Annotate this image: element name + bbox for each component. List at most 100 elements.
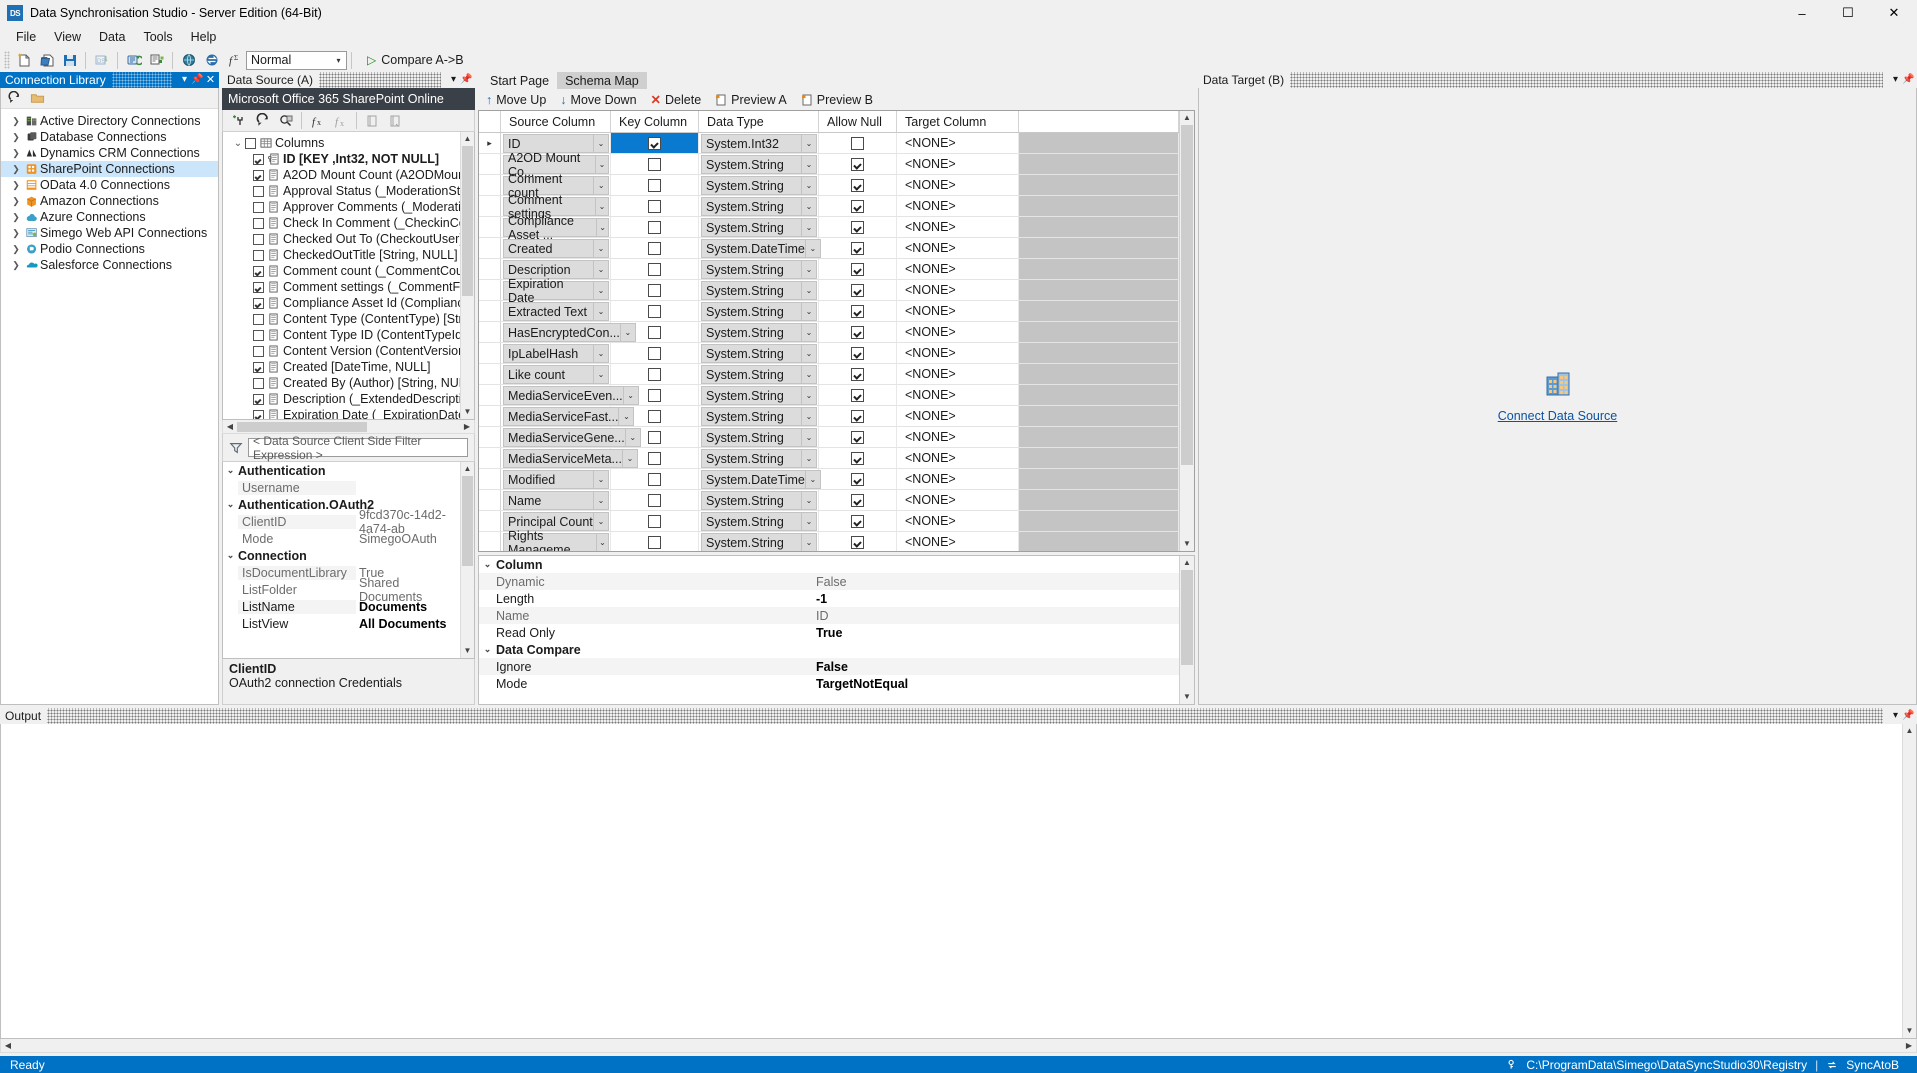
allow-null-cell[interactable] [819, 490, 897, 510]
menu-tools[interactable]: Tools [134, 28, 181, 46]
connection-tree-item-6[interactable]: ❯ Azure Connections [1, 209, 218, 225]
property-row-7[interactable]: ListFolder Shared Documents [223, 576, 460, 604]
new-project-icon[interactable] [13, 50, 34, 71]
close-icon[interactable]: ✕ [204, 72, 217, 88]
chevron-down-icon[interactable]: ⌄ [801, 198, 816, 215]
column-tree-item-0[interactable]: ID [KEY ,Int32, NOT NULL] [223, 151, 460, 167]
column-checkbox[interactable] [253, 217, 264, 229]
key-column-cell[interactable] [611, 322, 699, 342]
allow-null-checkbox[interactable] [851, 283, 864, 297]
allow-null-checkbox[interactable] [851, 241, 864, 255]
chevron-down-icon[interactable]: ⌄ [593, 345, 608, 362]
column-property-row-1[interactable]: Dynamic False [479, 573, 1179, 590]
target-column-cell[interactable]: <NONE> [897, 511, 1019, 531]
refresh-icon[interactable] [252, 110, 273, 131]
grid-header-0[interactable] [479, 111, 501, 132]
scroll-down-icon[interactable]: ▼ [1903, 1024, 1916, 1038]
scroll-up-icon[interactable]: ▲ [1180, 111, 1194, 125]
chevron-down-icon[interactable]: ⌄ [801, 387, 816, 404]
expander-icon[interactable]: ⌄ [231, 138, 245, 149]
column-tree-item-11[interactable]: Content Type ID (ContentTypeId) [St [223, 327, 460, 343]
tab-start-page[interactable]: Start Page [482, 72, 557, 89]
grid-row[interactable]: Extracted Text ⌄ System.String ⌄ <NONE> [479, 301, 1179, 322]
scroll-down-icon[interactable]: ▼ [461, 405, 474, 419]
grid-row[interactable]: Name ⌄ System.String ⌄ <NONE> [479, 490, 1179, 511]
key-cell-inner[interactable] [611, 532, 698, 551]
allow-null-cell[interactable] [819, 532, 897, 551]
key-cell-inner[interactable] [611, 364, 698, 384]
key-checkbox[interactable] [648, 283, 661, 297]
grid-row[interactable]: MediaServiceEven... ⌄ System.String ⌄ <NONE> [479, 385, 1179, 406]
grid-row[interactable]: Rights Manageme... ⌄ System.String ⌄ <NONE> [479, 529, 1179, 551]
source-column-cell[interactable]: Rights Manageme... ⌄ [501, 529, 611, 551]
folder-icon[interactable] [30, 91, 45, 106]
key-cell-inner[interactable] [611, 406, 698, 426]
target-column-cell[interactable]: <NONE> [897, 448, 1019, 468]
column-property-group-5[interactable]: ⌄ Data Compare [479, 641, 1179, 658]
connection-tree-item-8[interactable]: ❯ Podio Connections [1, 241, 218, 257]
fx-icon[interactable]: fx [307, 110, 328, 131]
key-cell-inner[interactable] [611, 238, 698, 258]
move-down-button[interactable]: ↓ Move Down [560, 93, 636, 107]
key-column-cell[interactable] [611, 217, 699, 237]
key-cell-inner[interactable] [611, 385, 698, 405]
target-column-cell[interactable]: <NONE> [897, 217, 1019, 237]
target-column-cell[interactable]: <NONE> [897, 406, 1019, 426]
column-tree-item-14[interactable]: Created By (Author) [String, NULL] [223, 375, 460, 391]
swap-icon[interactable] [201, 50, 222, 71]
pin-icon[interactable]: 📌 [460, 72, 473, 88]
column-tree-item-7[interactable]: Comment count (_CommentCount) [ [223, 263, 460, 279]
allow-null-checkbox[interactable] [851, 493, 864, 507]
save-project-icon[interactable] [59, 50, 80, 71]
column-checkbox[interactable] [253, 377, 264, 389]
refresh-connections-icon[interactable] [7, 90, 22, 106]
data-type-cell[interactable]: System.DateTime ⌄ [699, 238, 821, 258]
column-checkbox[interactable] [253, 153, 264, 165]
key-cell-inner[interactable] [611, 259, 698, 279]
scroll-track[interactable] [1903, 738, 1916, 1024]
connect-data-source-link[interactable]: Connect Data Source [1498, 409, 1618, 423]
globe-icon[interactable] [178, 50, 199, 71]
chevron-down-icon[interactable]: ⌄ [801, 219, 816, 236]
source-column-cell[interactable]: HasEncryptedCon... ⌄ [501, 322, 636, 342]
key-checkbox[interactable] [648, 430, 661, 444]
chevron-down-icon[interactable]: ⌄ [595, 534, 608, 551]
key-column-cell[interactable] [611, 490, 699, 510]
column-property-value[interactable]: True [816, 626, 1179, 640]
allow-null-checkbox[interactable] [851, 388, 864, 402]
property-value[interactable]: All Documents [356, 617, 460, 631]
key-cell-inner[interactable] [611, 511, 698, 531]
allow-null-checkbox[interactable] [851, 472, 864, 486]
chevron-down-icon[interactable]: ⌄ [595, 156, 608, 173]
key-cell-inner[interactable] [611, 196, 698, 216]
key-checkbox[interactable] [648, 514, 661, 528]
columns-root-row[interactable]: ⌄ Columns [223, 135, 460, 151]
expander-icon[interactable]: ❯ [9, 148, 23, 159]
query-icon[interactable] [275, 110, 296, 131]
expander-icon[interactable]: ❯ [9, 132, 23, 143]
grid-row[interactable]: IpLabelHash ⌄ System.String ⌄ <NONE> [479, 343, 1179, 364]
output-vertical-scrollbar[interactable]: ▲ ▼ [1902, 724, 1916, 1038]
chevron-down-icon[interactable]: ⌄ [801, 345, 816, 362]
chevron-down-icon[interactable]: ▾ [1889, 708, 1902, 724]
chevron-down-icon[interactable]: ⌄ [593, 303, 608, 320]
allow-null-cell[interactable] [819, 364, 897, 384]
minimize-button[interactable]: – [1779, 0, 1825, 26]
key-checkbox[interactable] [648, 157, 661, 171]
allow-null-cell[interactable] [819, 448, 897, 468]
property-row-9[interactable]: ListView All Documents [223, 615, 460, 632]
allow-null-cell[interactable] [819, 217, 897, 237]
close-button[interactable]: ✕ [1871, 0, 1917, 26]
allow-null-checkbox[interactable] [851, 136, 864, 150]
allow-null-checkbox[interactable] [851, 409, 864, 423]
column-tree-item-1[interactable]: A2OD Mount Count (A2ODMountCo [223, 167, 460, 183]
column-property-value[interactable]: False [816, 575, 1179, 589]
data-type-cell[interactable]: System.String ⌄ [699, 490, 819, 510]
allow-null-cell[interactable] [819, 469, 897, 489]
grid-header-3[interactable]: Data Type [699, 111, 819, 132]
scroll-up-icon[interactable]: ▲ [1903, 724, 1916, 738]
expander-icon[interactable]: ⌄ [223, 465, 238, 476]
target-column-cell[interactable]: <NONE> [897, 196, 1019, 216]
expander-icon[interactable]: ⌄ [223, 499, 238, 510]
column-tree-item-9[interactable]: Compliance Asset Id (ComplianceAs [223, 295, 460, 311]
